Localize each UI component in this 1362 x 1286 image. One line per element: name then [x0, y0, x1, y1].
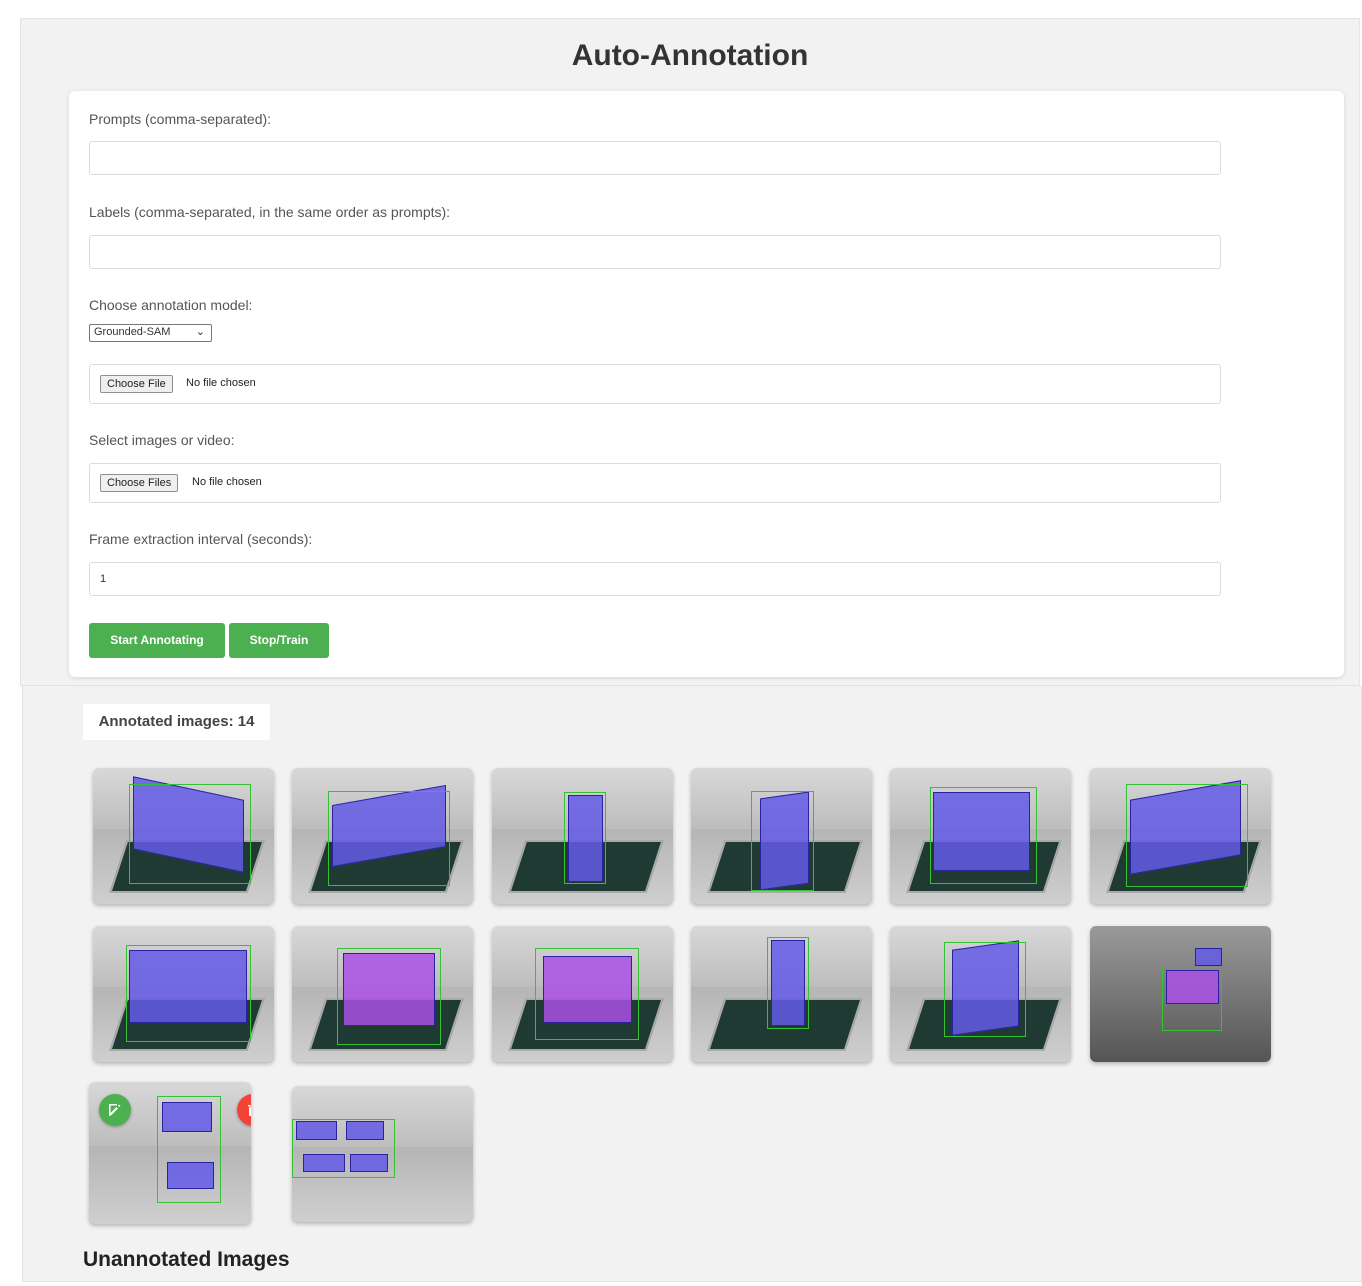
stop-train-button[interactable]: Stop/Train	[229, 623, 329, 658]
results-panel: Annotated images: 14 Unannotated Images	[22, 686, 1362, 1282]
media-file-status: No file chosen	[192, 476, 262, 488]
annotated-count-badge: Annotated images: 14	[83, 704, 270, 740]
prompts-label: Prompts (comma-separated):	[89, 111, 272, 127]
annotated-thumbnail[interactable]	[1090, 768, 1271, 904]
bounding-box	[129, 784, 251, 885]
model-file-field: Choose File No file chosen	[89, 364, 1221, 404]
annotated-thumbnail[interactable]	[93, 926, 274, 1062]
annotated-thumbnail[interactable]	[93, 768, 274, 904]
bounding-box	[944, 942, 1026, 1037]
media-label: Select images or video:	[89, 432, 235, 448]
interval-input[interactable]	[89, 562, 1221, 596]
annotated-thumbnail[interactable]	[292, 1086, 473, 1222]
bounding-box	[564, 792, 607, 885]
segmentation-mask	[1194, 947, 1223, 967]
model-select-value: Grounded-SAM	[94, 326, 171, 338]
bounding-box	[1126, 784, 1248, 887]
page-title: Auto-Annotation	[571, 39, 809, 72]
model-select[interactable]: Grounded-SAM ⌄	[89, 324, 212, 342]
model-file-status: No file chosen	[186, 377, 256, 389]
annotated-thumbnail[interactable]	[492, 926, 673, 1062]
annotated-thumbnail[interactable]	[492, 768, 673, 904]
interval-label: Frame extraction interval (seconds):	[89, 531, 313, 547]
bounding-box	[157, 1096, 221, 1204]
annotation-panel: Auto-Annotation Prompts (comma-separated…	[20, 18, 1360, 686]
bounding-box	[535, 947, 639, 1040]
choose-files-button[interactable]: Choose Files	[100, 474, 179, 492]
bounding-box	[337, 947, 441, 1045]
bounding-box	[1162, 966, 1223, 1032]
prompts-input[interactable]	[89, 141, 1221, 175]
chevron-down-icon: ⌄	[195, 326, 205, 338]
media-file-field: Choose Files No file chosen	[89, 463, 1221, 503]
labels-label: Labels (comma-separated, in the same ord…	[89, 204, 451, 220]
start-annotating-button[interactable]: Start Annotating	[89, 623, 225, 658]
bounding-box	[328, 791, 450, 886]
annotated-thumbnail[interactable]	[691, 926, 872, 1062]
bounding-box	[125, 945, 251, 1043]
bounding-box	[767, 936, 809, 1029]
bounding-box	[750, 791, 815, 892]
annotated-thumbnail[interactable]	[292, 768, 473, 904]
bounding-box	[929, 787, 1037, 885]
bounding-box	[292, 1118, 396, 1178]
annotated-thumbnail[interactable]	[1090, 926, 1271, 1062]
annotated-thumbnail[interactable]	[292, 926, 473, 1062]
annotated-thumbnail[interactable]	[890, 926, 1071, 1062]
model-label: Choose annotation model:	[89, 297, 253, 313]
unannotated-heading: Unannotated Images	[83, 1248, 290, 1271]
edit-icon[interactable]	[99, 1094, 131, 1126]
annotation-form: Prompts (comma-separated): Labels (comma…	[69, 91, 1344, 677]
choose-file-button[interactable]: Choose File	[100, 375, 173, 393]
labels-input[interactable]	[89, 235, 1221, 269]
annotated-thumbnail[interactable]	[890, 768, 1071, 904]
annotated-thumbnail[interactable]	[691, 768, 872, 904]
annotated-thumbnail[interactable]	[89, 1082, 251, 1224]
trash-icon[interactable]	[237, 1094, 251, 1126]
